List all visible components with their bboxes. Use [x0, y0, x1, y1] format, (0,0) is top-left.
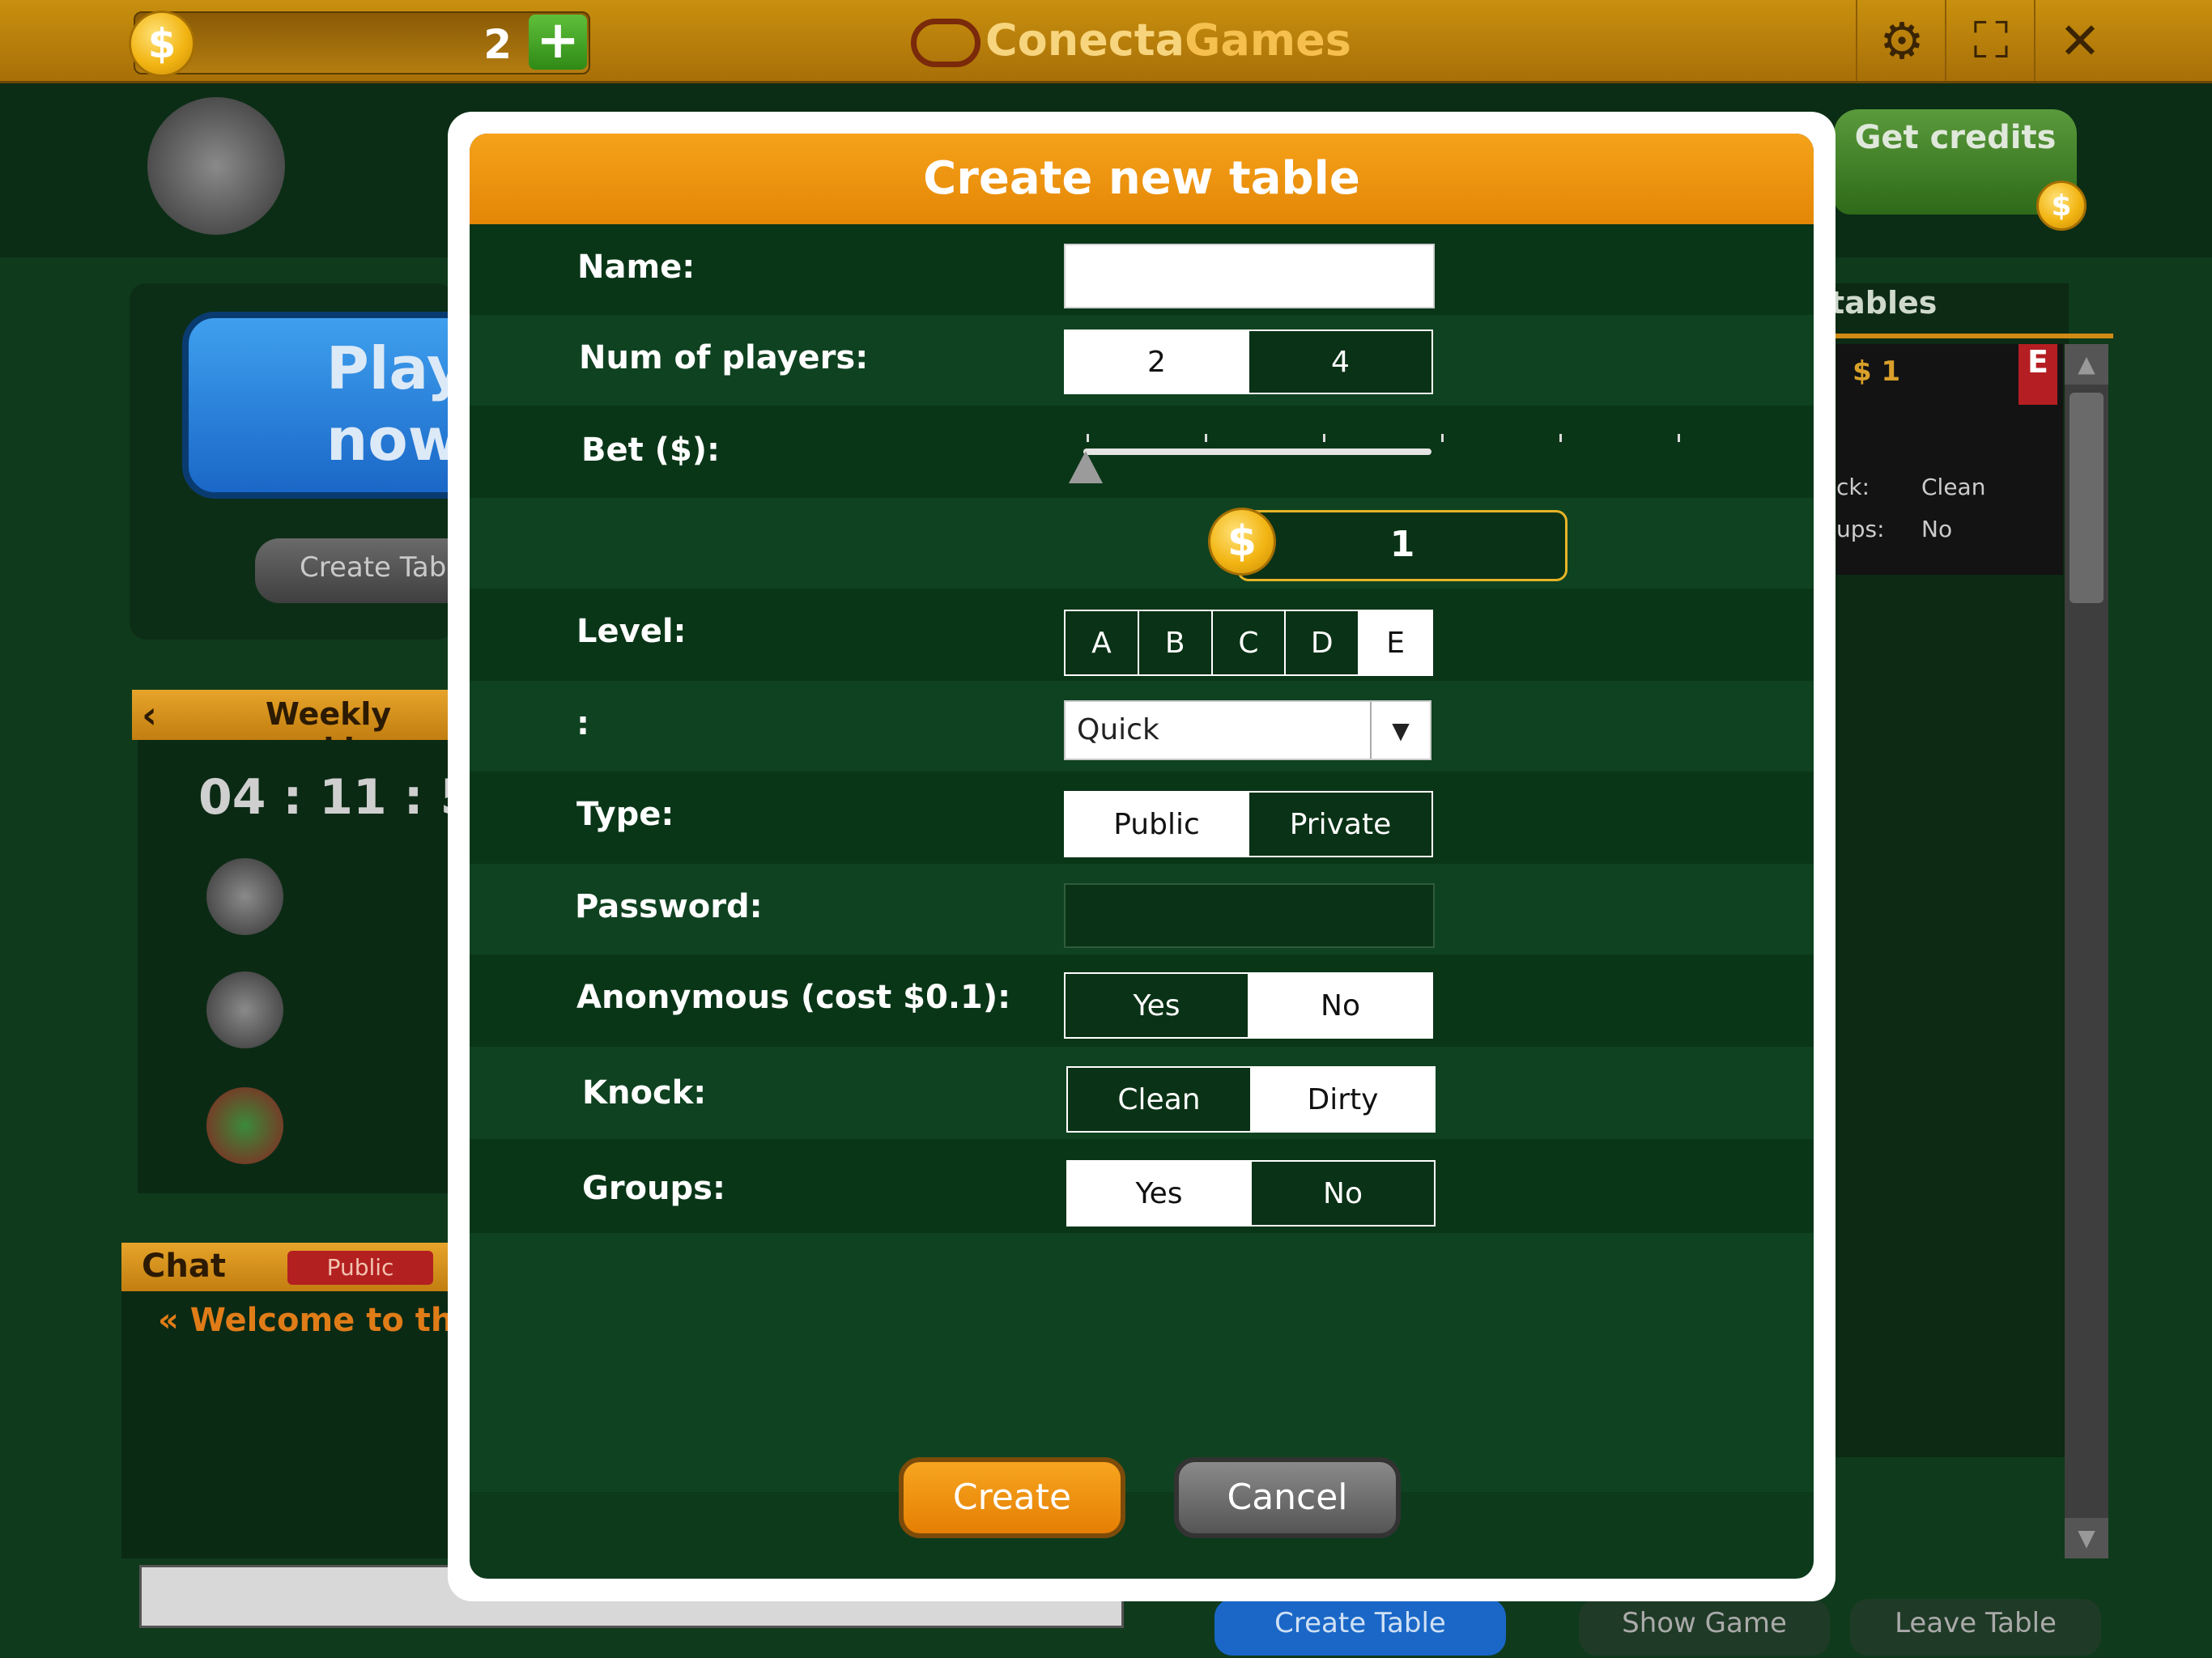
level-selector: A B C D E [1064, 610, 1433, 676]
slider-tick [1323, 434, 1325, 442]
bottom-create-table-button[interactable]: Create Table [1214, 1599, 1506, 1656]
groups-option-no[interactable]: No [1250, 1162, 1434, 1225]
table-bet: $ 1 [1853, 355, 1901, 388]
type-option-private[interactable]: Private [1248, 793, 1431, 856]
slider-tick [1087, 434, 1089, 442]
players-label: Num of players: [579, 339, 869, 376]
name-row: Name: [470, 224, 1814, 315]
bet-label: Bet ($): [581, 432, 721, 469]
type-row: Type: Public Private [470, 772, 1814, 864]
password-row: Password: [470, 864, 1814, 954]
bet-slider-thumb[interactable] [1069, 451, 1103, 483]
players-option-4[interactable]: 4 [1248, 331, 1431, 393]
tables-scrollbar[interactable]: ▲ ▼ [2065, 344, 2108, 1558]
level-option-e[interactable]: E [1358, 611, 1431, 674]
leave-table-button[interactable]: Leave Table [1850, 1599, 2101, 1656]
scroll-thumb[interactable] [2069, 393, 2104, 603]
dollar-coin-icon: $ [2036, 181, 2087, 231]
table-row[interactable]: $ 1 E ck: Clean ups: No [1836, 344, 2063, 575]
fullscreen-icon[interactable]: ⛶ [1945, 0, 2035, 81]
mode-dropdown[interactable]: Quick ▼ [1064, 700, 1431, 760]
players-option-2[interactable]: 2 [1066, 331, 1248, 393]
close-icon[interactable]: ✕ [2034, 0, 2125, 81]
slider-tick [1441, 434, 1444, 442]
groups-selector: Yes No [1066, 1160, 1436, 1226]
chat-scope-badge[interactable]: Public [287, 1251, 433, 1285]
groups-option-yes[interactable]: Yes [1068, 1162, 1250, 1225]
level-row: Level: A B C D E [470, 589, 1814, 681]
logo-icon [911, 19, 981, 68]
groups-label: Groups: [582, 1170, 725, 1207]
scroll-up-icon[interactable]: ▲ [2065, 344, 2108, 385]
conectagames-logo: ConectaGames [911, 15, 1351, 68]
dialog-spacer [470, 1233, 1814, 1492]
get-credits-button[interactable]: Get credits $ [1834, 109, 2087, 231]
password-label: Password: [575, 888, 763, 925]
anonymous-option-no[interactable]: No [1248, 974, 1431, 1037]
avatar [206, 1087, 283, 1164]
chat-message: « Welcome to the [158, 1302, 476, 1339]
bet-slider-track[interactable] [1083, 449, 1431, 455]
knock-row: Knock: Clean Dirty [470, 1047, 1814, 1139]
type-option-public[interactable]: Public [1066, 793, 1248, 856]
level-option-c[interactable]: C [1210, 611, 1285, 674]
anonymous-selector: Yes No [1064, 972, 1433, 1039]
scroll-down-icon[interactable]: ▼ [2065, 1518, 2108, 1558]
avatar [206, 858, 283, 935]
players-row: Num of players: 2 4 [470, 315, 1814, 406]
groups-row: Groups: Yes No [470, 1139, 1814, 1233]
add-credits-button[interactable]: + [529, 15, 587, 70]
anonymous-row: Anonymous (cost $0.1): Yes No [470, 954, 1814, 1047]
mode-dropdown-value: Quick [1077, 713, 1159, 746]
gear-icon[interactable]: ⚙ [1856, 0, 1946, 81]
tables-divider [1830, 334, 2113, 338]
knock-selector: Clean Dirty [1066, 1066, 1436, 1133]
avatar [147, 97, 285, 235]
slider-tick [1559, 434, 1562, 442]
level-option-d[interactable]: D [1284, 611, 1359, 674]
tables-title: tables [1830, 285, 1938, 321]
slider-tick [1678, 434, 1680, 442]
level-label: Level: [576, 613, 687, 650]
dollar-coin-icon: $ [129, 11, 195, 77]
create-table-dialog: Create new table Name: Num of players: 2… [470, 134, 1814, 1579]
cancel-button[interactable]: Cancel [1174, 1457, 1401, 1538]
knock-option-clean[interactable]: Clean [1068, 1068, 1250, 1131]
dollar-coin-icon: $ [1208, 508, 1276, 576]
table-level-badge: E [2018, 344, 2057, 405]
create-button[interactable]: Create [899, 1457, 1125, 1538]
players-selector: 2 4 [1064, 329, 1433, 394]
anonymous-label: Anonymous (cost $0.1): [576, 979, 1011, 1016]
chevron-left-icon[interactable]: ‹ [142, 693, 157, 737]
bet-value-display: 1 [1237, 510, 1568, 581]
anonymous-option-yes[interactable]: Yes [1066, 974, 1248, 1037]
show-game-button[interactable]: Show Game [1579, 1599, 1830, 1656]
level-option-b[interactable]: B [1137, 611, 1211, 674]
name-input[interactable] [1064, 244, 1435, 308]
top-bar: $ 2 + ConectaGames ⚙ ⛶ ✕ [0, 0, 2212, 83]
bet-row: Bet ($): [470, 406, 1814, 498]
dialog-title: Create new table [470, 134, 1814, 224]
knock-label: Knock: [582, 1074, 707, 1112]
chat-header: Chat Public [121, 1243, 470, 1291]
slider-tick [1205, 434, 1207, 442]
password-input[interactable] [1064, 883, 1435, 948]
mode-label: : [576, 705, 589, 742]
name-label: Name: [577, 249, 696, 286]
credit-balance: $ 2 + [129, 11, 590, 77]
bet-value-row: 1 $ [470, 498, 1814, 589]
level-option-a[interactable]: A [1066, 611, 1138, 674]
mode-row: : Quick ▼ [470, 681, 1814, 772]
ranking-header: ‹ Weekly ranking [132, 690, 472, 767]
knock-option-dirty[interactable]: Dirty [1250, 1068, 1434, 1131]
chevron-down-icon[interactable]: ▼ [1370, 702, 1430, 759]
type-selector: Public Private [1064, 791, 1433, 857]
credit-amount: 2 [483, 21, 512, 68]
avatar [206, 971, 283, 1048]
type-label: Type: [576, 796, 674, 833]
